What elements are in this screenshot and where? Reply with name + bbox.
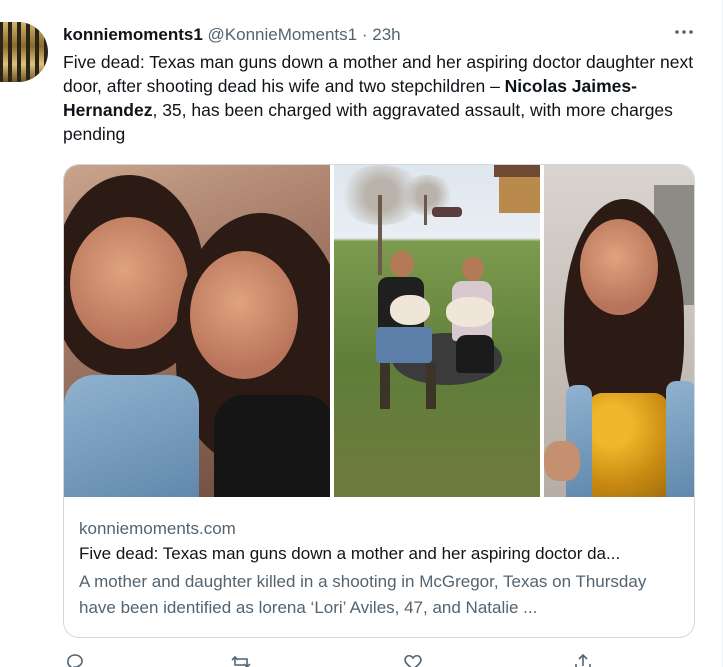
tweet[interactable]: konniemoments1 @KonnieMoments1 · 23h Fiv… xyxy=(0,0,723,667)
reply-icon[interactable] xyxy=(65,652,85,667)
like-icon[interactable] xyxy=(403,652,423,667)
card-domain: konniemoments.com xyxy=(79,519,236,538)
card-title[interactable]: Five dead: Texas man guns down a mother … xyxy=(79,541,679,567)
card-meta[interactable]: konniemoments.com Five dead: Texas man g… xyxy=(79,517,679,621)
more-horizontal-icon[interactable] xyxy=(674,22,694,48)
card-description: A mother and daughter killed in a shooti… xyxy=(79,572,647,617)
tweet-header: konniemoments1 @KonnieMoments1 · 23h xyxy=(63,25,401,45)
user-handle[interactable]: @KonnieMoments1 xyxy=(208,25,358,44)
timestamp[interactable]: 23h xyxy=(372,25,400,44)
avatar[interactable] xyxy=(0,22,48,82)
card-images[interactable] xyxy=(64,165,694,497)
retweet-icon[interactable] xyxy=(231,652,251,667)
display-name[interactable]: konniemoments1 xyxy=(63,25,203,44)
card-image-daughter-portrait xyxy=(544,165,694,497)
separator: · xyxy=(361,25,368,44)
card-image-mother-daughter-selfie xyxy=(64,165,330,497)
tweet-text: Five dead: Texas man guns down a mother … xyxy=(63,50,703,146)
link-card[interactable]: konniemoments.com Five dead: Texas man g… xyxy=(63,164,695,638)
tweet-actions xyxy=(63,652,623,667)
share-icon[interactable] xyxy=(573,652,593,667)
card-image-kids-with-lambs xyxy=(334,165,540,497)
tweet-text-part2: , 35, has been charged with aggravated a… xyxy=(63,100,673,144)
